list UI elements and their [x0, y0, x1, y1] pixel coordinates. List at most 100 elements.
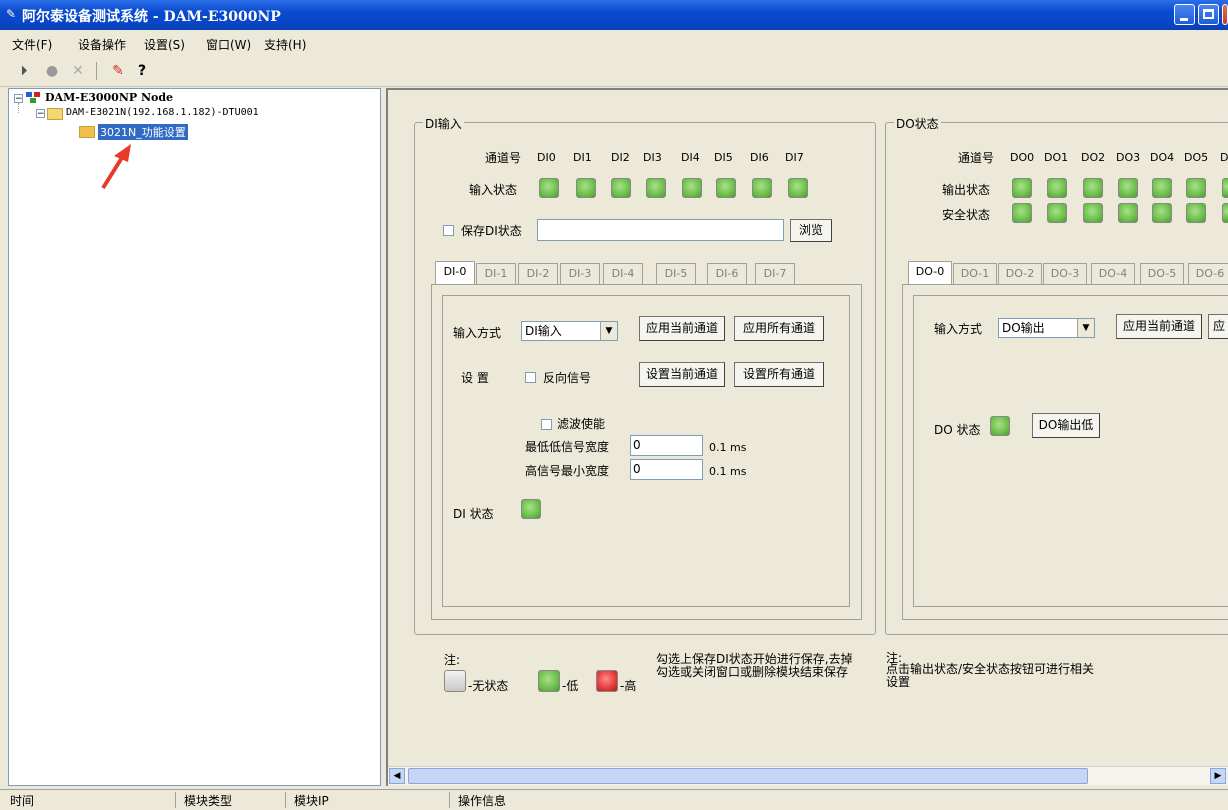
channel-di0: DI0 [537, 151, 556, 164]
min-high-width-input[interactable]: 0 [630, 459, 703, 480]
reverse-signal-checkbox[interactable] [525, 372, 536, 383]
do-input-mode-select[interactable]: DO输出 ▼ [998, 318, 1095, 338]
di-group-title: DI输入 [423, 115, 464, 132]
tab-di-5[interactable]: DI-5 [656, 263, 696, 285]
tab-do-5[interactable]: DO-5 [1140, 263, 1184, 285]
tab-di-0[interactable]: DI-0 [435, 261, 475, 285]
do2-safe-led[interactable] [1083, 203, 1103, 223]
tree-selected-item[interactable]: 3021N_功能设置 [98, 124, 188, 140]
tab-di-6[interactable]: DI-6 [707, 263, 747, 285]
do-tab-panel: 输入方式 DO输出 ▼ 应用当前通道 应 DO 状态 DO输出低 [902, 284, 1228, 620]
di6-state-led[interactable] [752, 178, 772, 198]
do4-safe-led[interactable] [1152, 203, 1172, 223]
folder-icon [47, 108, 63, 120]
network-node-icon [26, 92, 42, 104]
set-current-channel-button[interactable]: 设置当前通道 [639, 362, 725, 387]
pencil-icon: ✎ [6, 7, 17, 21]
di2-state-led[interactable] [611, 178, 631, 198]
legend-high-label: -高 [620, 679, 637, 693]
pen-icon[interactable]: ✎ [108, 61, 128, 81]
legend-low-swatch [538, 670, 560, 692]
status-operation-info-header: 操作信息 [458, 794, 507, 808]
do-tab-inner: 输入方式 DO输出 ▼ 应用当前通道 应 DO 状态 DO输出低 [913, 295, 1228, 607]
tab-di-1[interactable]: DI-1 [476, 263, 516, 285]
filter-enable-label: 滤波使能 [557, 417, 606, 431]
save-path-input[interactable] [537, 219, 784, 241]
save-di-state-label: 保存DI状态 [461, 224, 522, 238]
tree-device-label[interactable]: DAM-E3021N(192.168.1.182)-DTU001 [66, 107, 259, 118]
apply-all-channels-button[interactable]: 应用所有通道 [734, 316, 824, 341]
tab-do-4[interactable]: DO-4 [1091, 263, 1135, 285]
do-state-led[interactable] [990, 416, 1010, 436]
do1-output-led[interactable] [1047, 178, 1067, 198]
input-state-label: 输入状态 [469, 183, 518, 197]
di7-state-led[interactable] [788, 178, 808, 198]
do6-safe-led[interactable] [1222, 203, 1228, 223]
do-apply-current-channel-button[interactable]: 应用当前通道 [1116, 314, 1202, 339]
di5-state-led[interactable] [716, 178, 736, 198]
di0-state-led[interactable] [539, 178, 559, 198]
status-module-ip-header: 模块IP [290, 792, 450, 808]
di4-state-led[interactable] [682, 178, 702, 198]
menu-file[interactable]: 文件(F) [12, 36, 52, 53]
do1-safe-led[interactable] [1047, 203, 1067, 223]
tab-di-2[interactable]: DI-2 [518, 263, 558, 285]
do5-output-led[interactable] [1186, 178, 1206, 198]
collapse-icon[interactable]: − [36, 109, 45, 119]
minimize-button[interactable] [1174, 4, 1195, 25]
do4-output-led[interactable] [1152, 178, 1172, 198]
do0-safe-led[interactable] [1012, 203, 1032, 223]
tree-root-label[interactable]: DAM-E3000NP Node [45, 91, 173, 104]
collapse-icon[interactable]: − [14, 94, 23, 104]
tab-do-2[interactable]: DO-2 [998, 263, 1042, 285]
help-icon[interactable]: ? [132, 61, 152, 81]
tab-di-7[interactable]: DI-7 [755, 263, 795, 285]
apply-current-channel-button[interactable]: 应用当前通道 [639, 316, 725, 341]
tab-do-3[interactable]: DO-3 [1043, 263, 1087, 285]
menu-settings[interactable]: 设置(S) [144, 36, 185, 53]
tree-line [18, 103, 20, 113]
do0-output-led[interactable] [1012, 178, 1032, 198]
menu-window[interactable]: 窗口(W) [206, 36, 251, 53]
di1-state-led[interactable] [576, 178, 596, 198]
do6-output-led[interactable] [1222, 178, 1228, 198]
set-all-channels-button[interactable]: 设置所有通道 [734, 362, 824, 387]
save-di-state-checkbox[interactable] [443, 225, 454, 236]
do2-output-led[interactable] [1083, 178, 1103, 198]
scroll-right-icon[interactable]: ▶ [1210, 768, 1226, 784]
chevron-down-icon[interactable]: ▼ [600, 322, 617, 340]
menu-support[interactable]: 支持(H) [264, 36, 306, 53]
disconnect-icon[interactable]: ● [42, 61, 62, 81]
input-mode-select[interactable]: DI输入 ▼ [521, 321, 618, 341]
do-status-group: DO状态 通道号 DO0 DO1 DO2 DO3 DO4 DO5 D 输出状态 … [885, 115, 1228, 635]
do-input-mode-label: 输入方式 [934, 322, 983, 336]
delete-icon[interactable]: ✕ [68, 61, 88, 81]
filter-enable-checkbox[interactable] [541, 419, 552, 430]
do3-safe-led[interactable] [1118, 203, 1138, 223]
do-apply-all-channels-button[interactable]: 应 [1208, 314, 1228, 339]
maximize-button[interactable] [1198, 4, 1219, 25]
scroll-left-icon[interactable]: ◀ [389, 768, 405, 784]
connect-icon[interactable]: ⏵ [14, 61, 34, 81]
do3-output-led[interactable] [1118, 178, 1138, 198]
menu-device-operation[interactable]: 设备操作 [78, 36, 126, 53]
red-arrow-annotation [101, 144, 131, 190]
min-low-width-input[interactable]: 0 [630, 435, 703, 456]
browse-button[interactable]: 浏览 [790, 219, 832, 242]
close-button[interactable] [1222, 4, 1228, 25]
di3-state-led[interactable] [646, 178, 666, 198]
channel-do3: DO3 [1116, 151, 1141, 164]
chevron-down-icon[interactable]: ▼ [1077, 319, 1094, 337]
horizontal-scrollbar[interactable]: ◀ ▶ [388, 766, 1228, 785]
legend-high-swatch [596, 670, 618, 692]
tab-do-1[interactable]: DO-1 [953, 263, 997, 285]
scrollbar-thumb[interactable] [408, 768, 1088, 784]
output-state-label: 输出状态 [942, 183, 991, 197]
do-output-low-button[interactable]: DO输出低 [1032, 413, 1100, 438]
toolbar: ⏵ ● ✕ ✎ ? [0, 56, 1228, 87]
tab-di-3[interactable]: DI-3 [560, 263, 600, 285]
tab-do-6[interactable]: DO-6 [1188, 263, 1228, 285]
tab-do-0[interactable]: DO-0 [908, 261, 952, 285]
tab-di-4[interactable]: DI-4 [603, 263, 643, 285]
do5-safe-led[interactable] [1186, 203, 1206, 223]
